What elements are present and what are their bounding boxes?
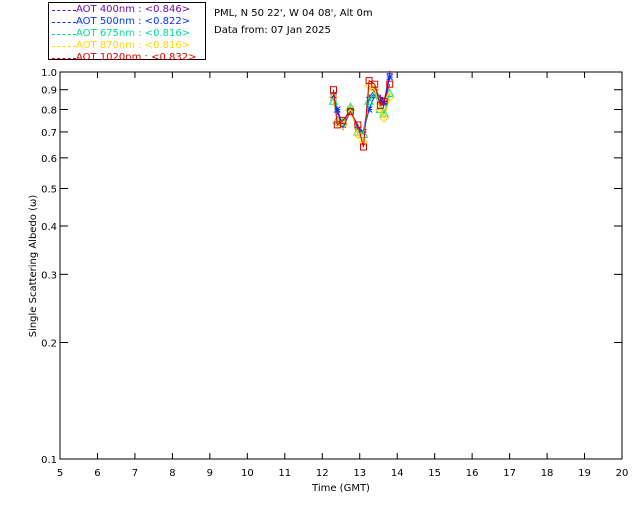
x-tick-label: 17: [503, 468, 516, 479]
y-axis-label: Single Scattering Albedo (ω): [28, 195, 39, 338]
plot-frame: [59, 71, 623, 460]
x-tick-label: 16: [466, 468, 479, 479]
x-tick-label: 10: [241, 468, 254, 479]
x-tick-label: 7: [132, 468, 138, 479]
x-tick-label: 8: [169, 468, 175, 479]
x-tick-label: 14: [391, 468, 404, 479]
x-tick-label: 13: [353, 468, 366, 479]
x-tick-label: 15: [428, 468, 441, 479]
y-tick-label: 0.5: [41, 184, 57, 195]
series-1-point: [386, 73, 394, 81]
y-axis: 1.0 0.9 0.8 0.7 0.6 0.5 0.4 0.3 0.2 0.1: [41, 68, 622, 466]
y-tick-label: 0.1: [41, 455, 57, 466]
x-tick-label: 12: [316, 468, 329, 479]
y-tick-label: 0.6: [41, 154, 57, 165]
x-axis: 5 6 7 8 9 10 11 12 13 14 15 16 17 18 19 20: [57, 72, 629, 479]
y-tick-label: 0.3: [41, 270, 57, 281]
x-axis-label: Time (GMT): [311, 483, 370, 494]
y-tick-label: 0.9: [41, 86, 57, 97]
x-tick-label: 18: [541, 468, 554, 479]
x-tick-label: 11: [278, 468, 291, 479]
x-tick-label: 20: [616, 468, 629, 479]
y-tick-label: 0.2: [41, 339, 57, 350]
y-tick-label: 0.4: [41, 222, 57, 233]
y-tick-label: 0.7: [41, 128, 57, 139]
y-tick-label: 0.8: [41, 106, 57, 117]
x-tick-label: 9: [207, 468, 213, 479]
y-tick-label: 1.0: [41, 68, 57, 79]
chart: 5 6 7 8 9 10 11 12 13 14 15 16 17 18 19 20 1.0 0.9 0.8 0.7…: [28, 68, 629, 494]
plot-series: [328, 70, 395, 151]
x-tick-label: 19: [578, 468, 591, 479]
x-tick-label: 6: [94, 468, 100, 479]
x-tick-label: 5: [57, 468, 63, 479]
